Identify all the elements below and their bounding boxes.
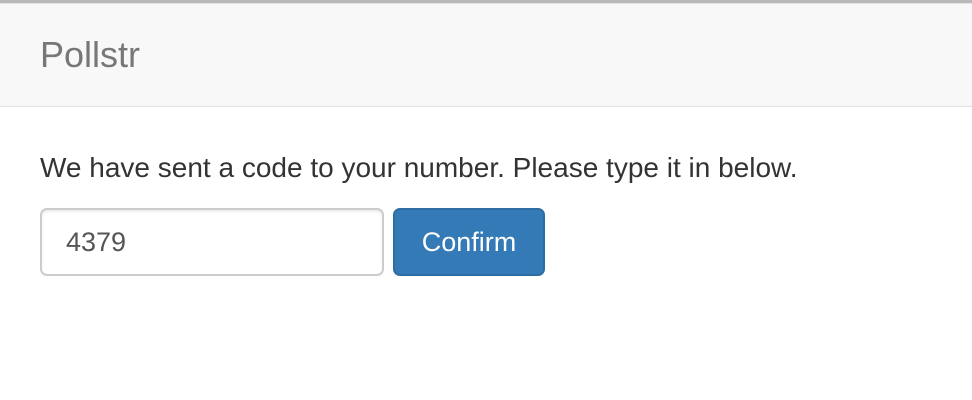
confirm-button[interactable]: Confirm [393,208,545,276]
verification-form: Confirm [40,208,545,276]
verification-instructions: We have sent a code to your number. Plea… [40,152,798,183]
verification-code-input[interactable] [40,208,384,276]
verification-panel: We have sent a code to your number. Plea… [40,148,940,276]
brand-link[interactable]: Pollstr [40,34,140,76]
navbar: Pollstr [0,4,972,107]
